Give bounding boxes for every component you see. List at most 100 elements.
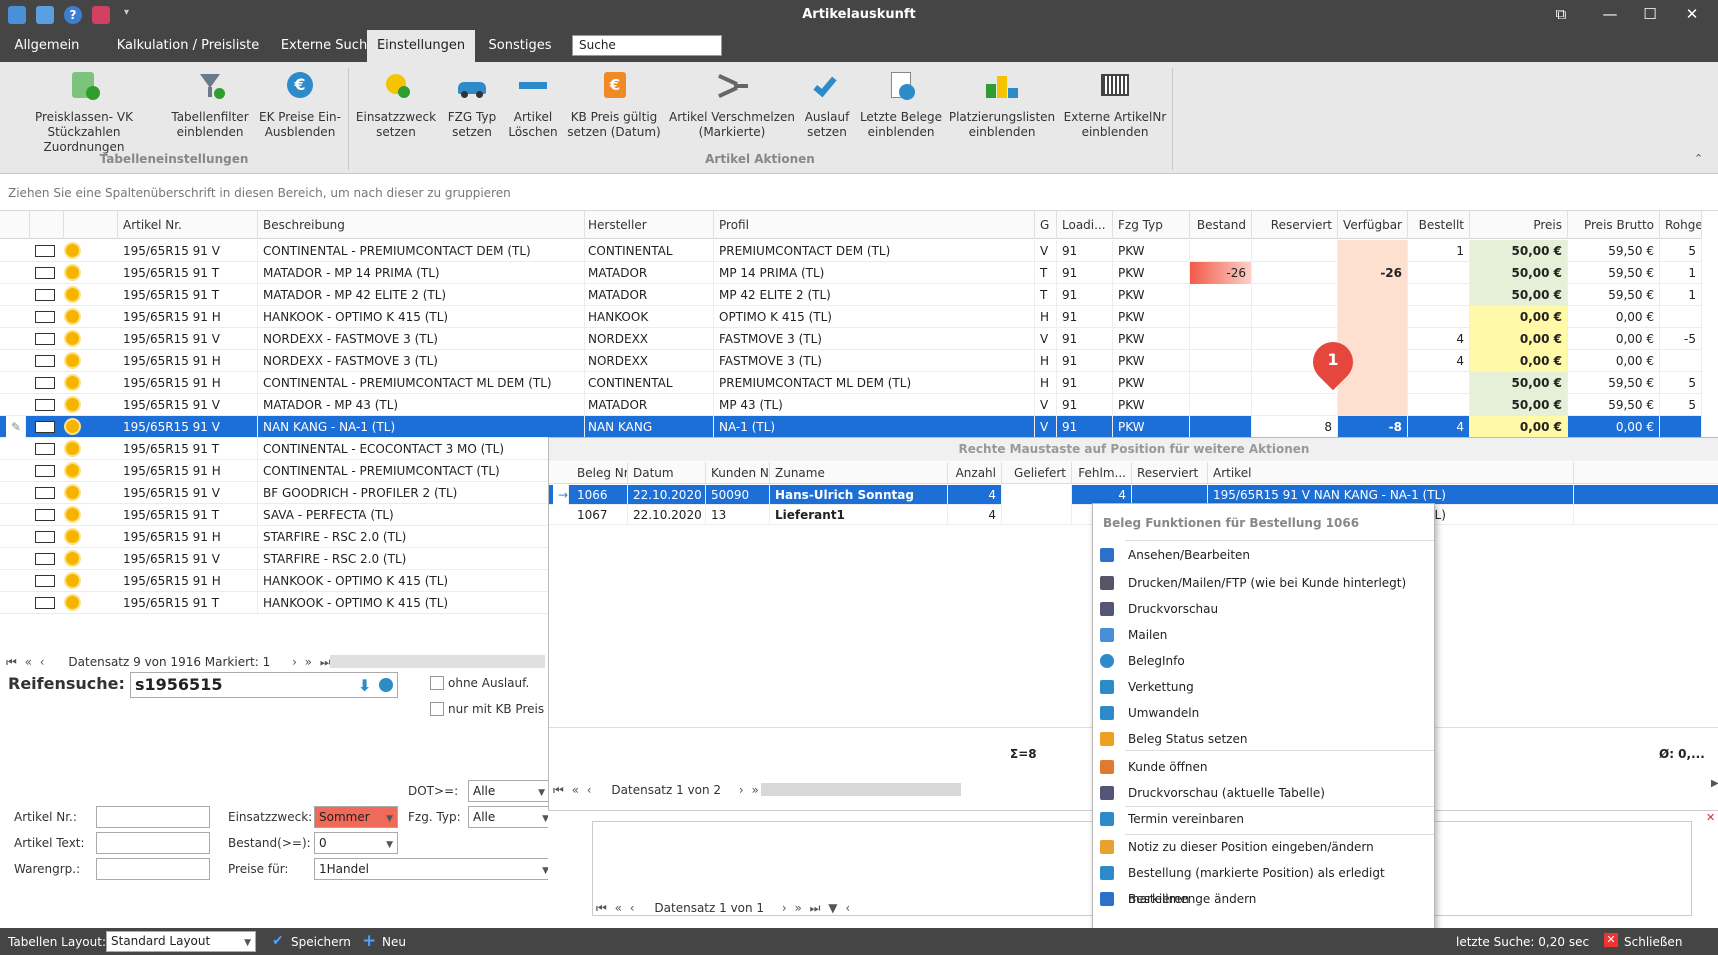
artikel-verschmelzen-button[interactable]: Artikel Verschmelzen (Markierte) [668,70,796,140]
column-header[interactable]: Reserviert [1132,462,1208,484]
column-header[interactable]: Anzahl [948,462,1002,484]
new-button[interactable]: Neu [382,935,406,949]
context-menu-item[interactable]: Ansehen/Bearbeiten [1093,542,1434,568]
row-flag-box[interactable] [35,267,55,279]
row-flag-box[interactable] [35,355,55,367]
context-menu-item[interactable]: Termin vereinbaren [1093,806,1434,832]
table-row[interactable]: 195/65R15 91 H HANKOOK - OPTIMO K 415 (TL… [0,306,1702,328]
context-menu-item[interactable]: Umwandeln [1093,700,1434,726]
table-row[interactable]: 195/65R15 91 H CONTINENTAL - PREMIUMCONTA… [0,372,1702,394]
header-blank[interactable] [30,211,64,239]
column-header[interactable]: Beschreibung [258,211,585,239]
platzierungslisten-button[interactable]: Platzierungslisten einblenden [948,70,1056,140]
nur-kb-preis-checkbox[interactable] [430,702,444,716]
column-header[interactable]: Zuname [770,462,948,484]
globe-icon[interactable] [379,678,393,692]
bestand-select[interactable]: 0 ▼ [314,832,398,854]
externe-artikelnr-button[interactable]: Externe ArtikelNr einblenden [1060,70,1170,140]
row-flag-box[interactable] [35,465,55,477]
context-menu-item[interactable]: Drucken/Mailen/FTP (wie bei Kunde hinter… [1093,570,1434,596]
nav-first-prev-icons[interactable]: ⏮ « ‹ [553,783,594,797]
context-menu-item[interactable]: Kunde öffnen [1093,754,1434,780]
minimize-button[interactable]: — [1595,5,1625,23]
table-row[interactable]: ✎ 195/65R15 91 V NAN KANG - NA-1 (TL) NAN K… [0,416,1702,438]
restore-layout-icon[interactable]: ⧉ [1546,5,1576,23]
table-row[interactable]: 195/65R15 91 T MATADOR - MP 14 PRIMA (TL)… [0,262,1702,284]
context-menu-item[interactable]: Beleg Status setzen [1093,726,1434,752]
nav-next-last-icons[interactable]: › » ⏭ ▼ ‹ [782,901,852,915]
column-header[interactable]: Beleg Nr [572,462,628,484]
search-input[interactable]: Suche [572,35,722,56]
artikeltext-input[interactable] [96,832,210,854]
context-menu-item[interactable]: Bestellung (markierte Position) als erle… [1093,860,1434,906]
table-row[interactable]: 195/65R15 91 V MATADOR - MP 43 (TL) MATADO… [0,394,1702,416]
collapse-ribbon-icon[interactable]: ⌃ [1694,152,1703,165]
column-header[interactable]: Bestellt [1408,211,1470,239]
row-flag-box[interactable] [35,443,55,455]
group-by-area[interactable]: Ziehen Sie eine Spaltenüberschrift in di… [0,175,1718,211]
column-header[interactable]: Fzg Typ [1113,211,1190,239]
nav-first-prev-icons[interactable]: ⏮ « ‹ [596,901,637,915]
ohne-auslauf-checkbox[interactable] [430,676,444,690]
einsatzzweck-button[interactable]: Einsatzzweck setzen [354,70,438,140]
auslauf-button[interactable]: Auslauf setzen [800,70,854,140]
row-flag-box[interactable] [35,245,55,257]
table-row[interactable]: 195/65R15 91 V NORDEXX - FASTMOVE 3 (TL) N… [0,328,1702,350]
row-flag-box[interactable] [35,575,55,587]
column-header[interactable]: Loadi... [1057,211,1113,239]
column-header[interactable]: Datum [628,462,706,484]
row-flag-box[interactable] [35,421,55,433]
save-button[interactable]: Speichern [291,935,351,949]
column-header[interactable]: Geliefert [1002,462,1072,484]
row-flag-box[interactable] [35,333,55,345]
preisklassen-button[interactable]: Preisklassen- VK Stückzahlen Zuordnungen [8,70,160,155]
column-header[interactable]: Verfügbar [1338,211,1408,239]
tab-sonstiges[interactable]: Sonstiges [482,30,558,62]
column-header[interactable]: Rohgev [1660,211,1702,239]
context-menu-item[interactable]: Verkettung [1093,674,1434,700]
warengrp-input[interactable] [96,858,210,880]
row-flag-box[interactable] [35,289,55,301]
column-header[interactable]: G [1035,211,1057,239]
context-menu-item[interactable]: Notiz zu dieser Position eingeben/ändern [1093,834,1434,860]
position-row[interactable]: → 1066 22.10.2020 50090 Hans-Ulrich Sonntag 4… [549,485,1718,505]
preise-fuer-select[interactable]: 1Handel ▼ [314,858,554,880]
column-header[interactable]: Artikel Nr. [118,211,258,239]
close-icon[interactable]: ✕ [1706,811,1715,824]
row-flag-box[interactable] [35,311,55,323]
maximize-button[interactable]: ☐ [1635,5,1665,23]
row-flag-box[interactable] [35,399,55,411]
ek-preise-button[interactable]: € EK Preise Ein- Ausblenden [258,70,342,140]
fzg-typ-select[interactable]: Alle ▼ [468,806,554,828]
tab-kalkulation[interactable]: Kalkulation / Preisliste [98,30,278,62]
table-row[interactable]: 195/65R15 91 T MATADOR - MP 42 ELITE 2 (T… [0,284,1702,306]
row-flag-box[interactable] [35,487,55,499]
header-blank[interactable] [64,211,118,239]
row-flag-box[interactable] [35,553,55,565]
close-button[interactable]: ✕ [1677,5,1707,23]
arrow-down-icon[interactable]: ⬇ [358,676,371,695]
column-header[interactable]: Kunden Nr. [706,462,770,484]
positions-scrollbar[interactable] [761,783,961,796]
tab-allgemein[interactable]: Allgemein [4,30,90,62]
row-flag-box[interactable] [35,377,55,389]
dot-select[interactable]: Alle ▼ [468,780,550,802]
row-flag-box[interactable] [35,597,55,609]
scroll-right-icon[interactable]: ▶ [1711,778,1718,789]
column-header[interactable]: Reserviert [1252,211,1338,239]
nav-first-prev-icons[interactable]: ⏮ « ‹ [6,655,47,669]
column-header[interactable]: Bestand [1190,211,1252,239]
column-header[interactable]: Hersteller [583,211,714,239]
column-header[interactable]: Preis Brutto [1568,211,1660,239]
context-menu-item[interactable]: BelegInfo [1093,648,1434,674]
column-header[interactable]: Artikel [1208,462,1574,484]
column-header[interactable]: Profil [714,211,1035,239]
column-header[interactable]: Preis [1470,211,1568,239]
artikel-loeschen-button[interactable]: Artikel Löschen [505,70,561,140]
kb-preis-button[interactable]: € KB Preis gültig setzen (Datum) [566,70,662,140]
tabellenfilter-button[interactable]: Tabellenfilter einblenden [165,70,255,140]
layout-select[interactable]: Standard Layout ▼ [106,931,256,952]
table-row[interactable]: 195/65R15 91 H NORDEXX - FASTMOVE 3 (TL) N… [0,350,1702,372]
row-flag-box[interactable] [35,531,55,543]
column-header[interactable]: Fehlm... [1072,462,1132,484]
